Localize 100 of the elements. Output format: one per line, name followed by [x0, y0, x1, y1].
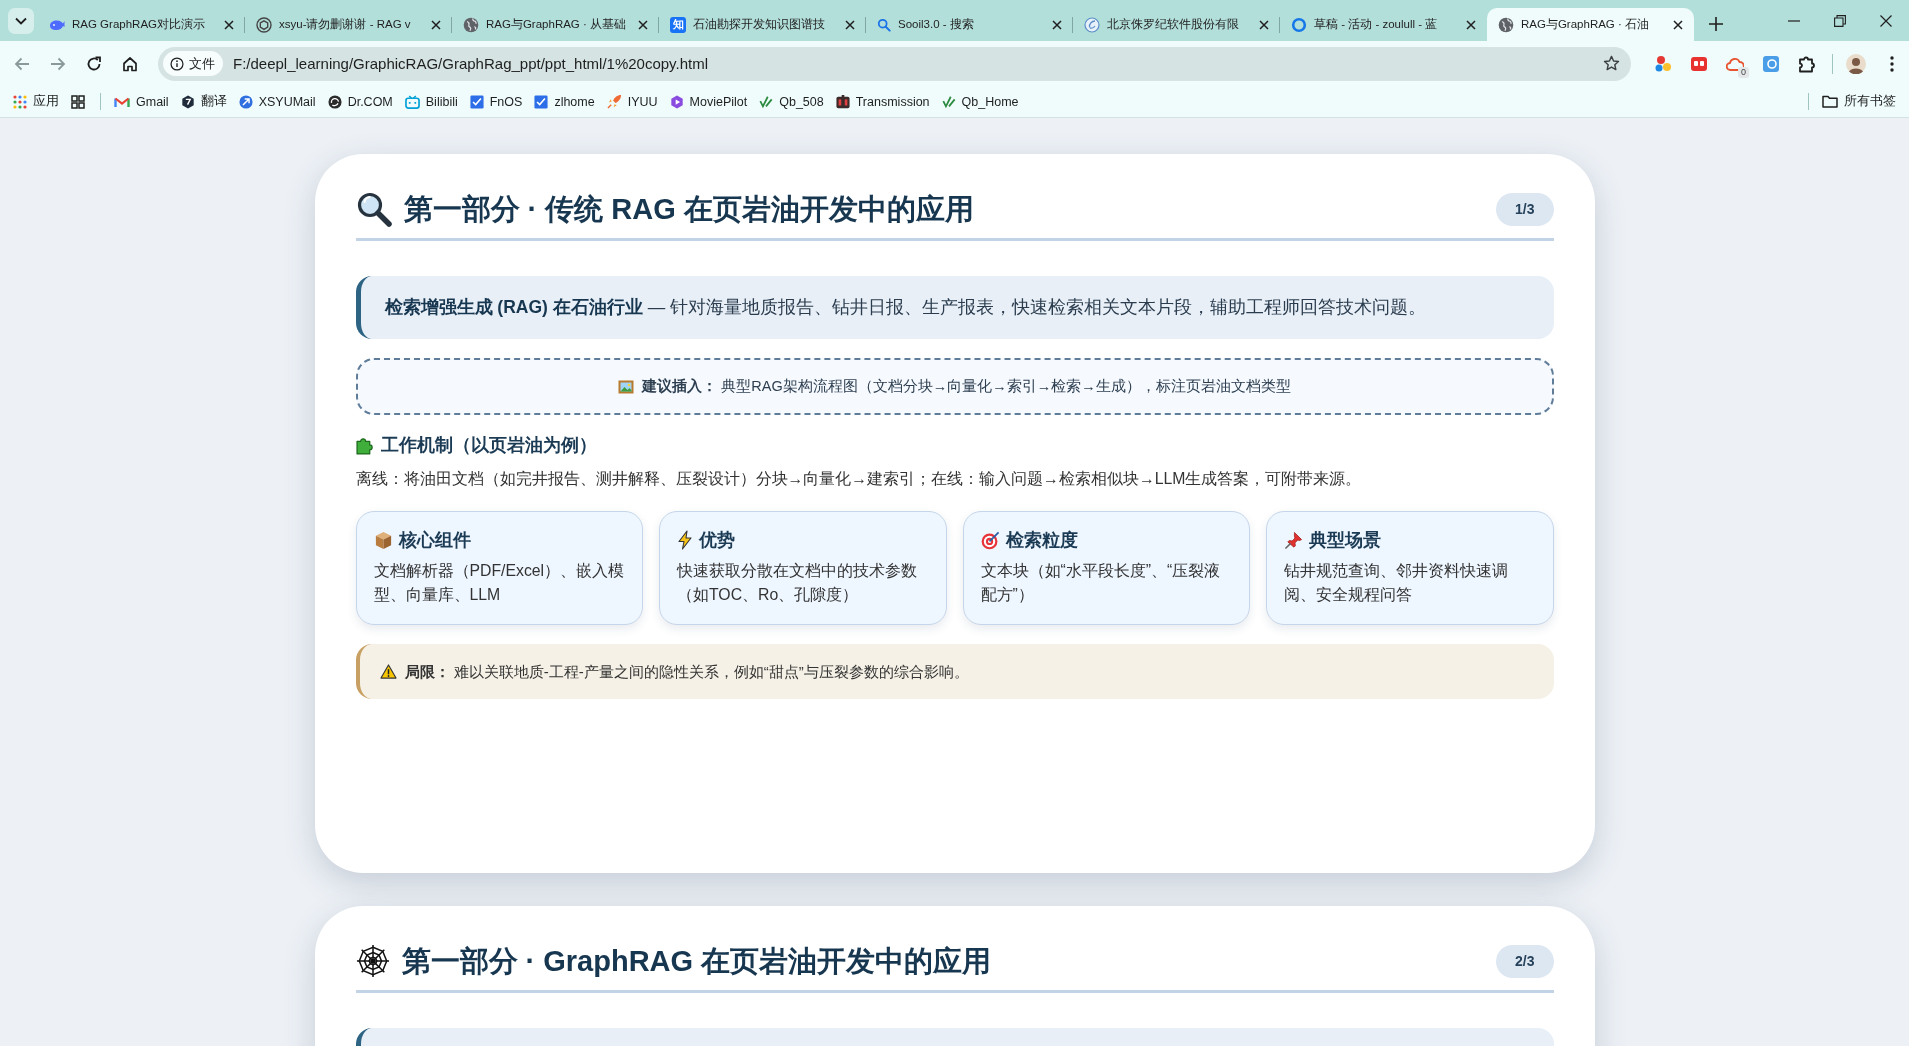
spider-web-icon	[355, 944, 390, 978]
address-bar[interactable]: 文件 F:/deepl_learning/GraphicRAG/GraphRag_ppt/ppt_html/1%20copy.html	[158, 46, 1631, 81]
magnifier-icon	[355, 191, 392, 227]
browser-tab[interactable]: RAG与GraphRAG · 石油	[1487, 8, 1694, 41]
bookmark-item[interactable]: 翻译	[175, 88, 232, 115]
grid-icon	[71, 94, 85, 109]
puzzle-piece-icon	[355, 436, 375, 455]
card-text: 钻井规范查询、邻井资料快速调阅、安全规程问答	[1284, 561, 1509, 605]
rocket-icon	[606, 94, 622, 109]
bookmark-item[interactable]: Qb_Home	[936, 88, 1024, 115]
tile-icon	[1762, 54, 1780, 73]
close-icon	[638, 19, 648, 30]
card-text: 文档解析器（PDF/Excel）、嵌入模型、向量库、LLM	[373, 561, 625, 605]
card-text: 快速获取分散在文档中的技术参数（如TOC、Ro、孔隙度）	[677, 561, 918, 605]
globe-icon	[1498, 16, 1514, 33]
close-icon	[224, 19, 234, 30]
close-icon	[431, 19, 441, 30]
target-icon	[980, 530, 1000, 550]
puzzle-icon	[1798, 54, 1816, 73]
card-title: 优势	[699, 529, 735, 552]
minimize-icon	[1788, 19, 1800, 22]
page-indicator: 2/3	[1496, 944, 1554, 978]
page-indicator: 1/3	[1496, 192, 1554, 226]
more-icon	[1890, 55, 1894, 72]
browser-tab[interactable]: 知 石油勘探开发知识图谱技	[659, 8, 866, 41]
suggestion-text: 建议插入： 典型RAG架构流程图（文档分块→向量化→索引→检索→生成），标注页岩油文档类型	[642, 377, 1291, 396]
plus-icon	[1709, 17, 1723, 31]
bookmark-item[interactable]: zlhome	[529, 88, 600, 115]
search-icon	[877, 17, 891, 32]
back-icon	[14, 56, 30, 71]
browser-tab[interactable]: RAG与GraphRAG · 从基础	[452, 8, 659, 41]
circle-logo-icon	[238, 94, 253, 109]
globe-icon	[463, 16, 479, 33]
square-logo-icon	[534, 94, 549, 109]
lightning-icon	[677, 530, 693, 550]
close-icon	[1880, 14, 1892, 27]
browser-tab[interactable]: xsyu-请勿删谢谢 - RAG v	[245, 8, 452, 41]
tab-search-button[interactable]	[8, 8, 34, 34]
square-logo-icon	[469, 94, 484, 109]
ring-icon	[1291, 16, 1307, 33]
bookmark-item[interactable]: Transmission	[830, 88, 935, 115]
all-bookmarks-button[interactable]: 所有书签	[1817, 88, 1901, 115]
circle-logo-icon	[327, 94, 342, 109]
framed-picture-icon	[618, 379, 635, 394]
limitation-text: 局限： 难以关联地质-工程-产量之间的隐性关系，例如“甜点”与压裂参数的综合影响。	[404, 662, 969, 682]
check-icon	[941, 94, 956, 109]
bookmark-item[interactable]: FnOS	[464, 88, 528, 115]
dots-icon	[1654, 54, 1672, 73]
home-icon	[122, 55, 138, 72]
avatar-icon	[1846, 53, 1866, 74]
bookmark-item[interactable]: Gmail	[109, 88, 174, 115]
card-title: 核心组件	[398, 529, 471, 552]
bookmark-item[interactable]: Bilibili	[399, 88, 463, 115]
close-icon	[1259, 19, 1269, 30]
intro-callout: 检索增强生成 (RAG) 在石油行业 — 针对海量地质报告、钻井日报、生产报表，快速检索相关文本片段，辅助工程师回答技术问题。	[355, 276, 1554, 339]
section-paragraph: 离线：将油田文档（如完井报告、测井解释、压裂设计）分块→向量化→建索引；在线：输入问题→检索相似块→LLM生成答案，可附带来源。	[355, 469, 1363, 489]
info-icon	[170, 56, 184, 71]
extension-button[interactable]: 0	[1718, 46, 1752, 81]
pushpin-icon	[1284, 530, 1303, 550]
restore-icon	[1834, 14, 1846, 27]
hexagon-icon	[180, 94, 195, 109]
hexagon-ring-icon	[256, 16, 272, 33]
url-text: F:/deepl_learning/GraphicRAG/GraphRag_ppt/ppt_html/1%20copy.html	[233, 55, 709, 72]
folder-icon	[1822, 95, 1838, 108]
card-title: 典型场景	[1309, 529, 1381, 552]
close-icon	[1466, 19, 1476, 30]
forward-icon	[50, 56, 66, 71]
circle-logo-icon	[1084, 16, 1100, 33]
reload-icon	[86, 55, 102, 72]
section-heading: 工作机制（以页岩油为例）	[380, 434, 597, 457]
browser-tab[interactable]: 北京侏罗纪软件股份有限	[1073, 8, 1280, 41]
close-icon	[845, 19, 855, 30]
apps-icon	[13, 94, 27, 109]
bookmark-item[interactable]: Qb_508	[754, 88, 829, 115]
tile-icon	[1690, 54, 1708, 73]
bookmark-item[interactable]: IYUU	[601, 88, 663, 115]
browser-tab[interactable]: 草稿 - 活动 - zoulull - 蓝	[1280, 8, 1487, 41]
slide-title: 第一部分 · 传统 RAG 在页岩油开发中的应用	[403, 192, 974, 227]
count-badge: 0	[1738, 66, 1749, 78]
browser-tab[interactable]: Sooil3.0 - 搜索	[866, 8, 1073, 41]
slide-title: 第一部分 · GraphRAG 在页岩油开发中的应用	[401, 944, 992, 979]
tile-logo-icon	[835, 94, 850, 109]
close-icon	[1673, 19, 1683, 30]
browser-tab[interactable]: RAG GraphRAG对比演示	[38, 8, 245, 41]
close-icon	[1052, 19, 1062, 30]
apps-bookmark[interactable]: 应用	[8, 88, 64, 115]
card-text: 文本块（如“水平段长度”、“压裂液配方”）	[980, 561, 1222, 605]
check-icon	[759, 94, 774, 109]
site-info-chip[interactable]: 文件	[163, 51, 223, 76]
warning-icon	[379, 664, 397, 679]
bookmark-item[interactable]: MoviePilot	[664, 88, 753, 115]
bookmark-item[interactable]: XSYUMail	[233, 88, 321, 115]
tv-icon	[404, 94, 420, 109]
box-icon	[373, 530, 393, 550]
bookmark-item[interactable]: Dr.COM	[322, 88, 398, 115]
cloud-icon	[1726, 56, 1744, 71]
star-icon	[1602, 55, 1620, 72]
site-logo: 知	[670, 16, 686, 33]
mail-icon	[114, 95, 130, 108]
card-title: 检索粒度	[1005, 529, 1078, 552]
